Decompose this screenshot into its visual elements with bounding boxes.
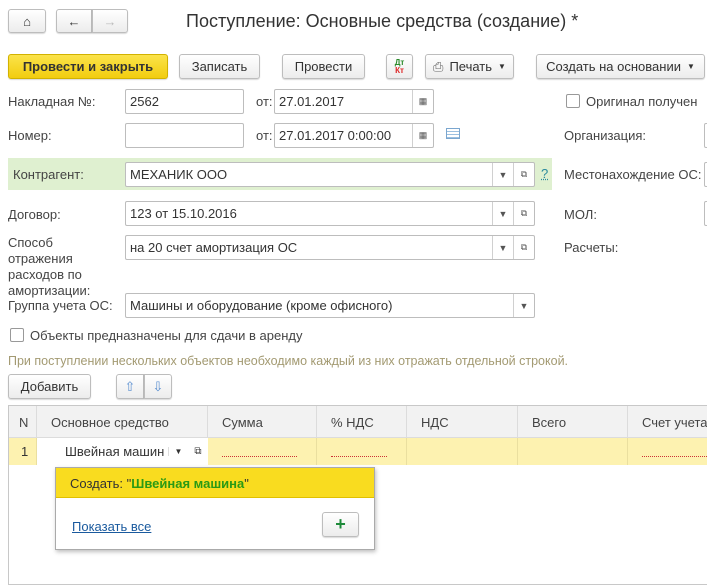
arrow-right-icon: →	[103, 13, 117, 29]
location-label: Местонахождение ОС:	[564, 167, 702, 182]
rent-label: Объекты предназначены для сдачи в аренду	[30, 328, 303, 343]
open-icon[interactable]: ⧉	[513, 202, 534, 225]
comment-icon[interactable]	[446, 128, 460, 139]
group-value: Машины и оборудование (кроме офисного)	[130, 298, 393, 313]
contractor-input[interactable]: МЕХАНИК ООО ▼ ⧉	[125, 162, 535, 187]
open-icon[interactable]: ⧉	[513, 163, 534, 186]
arrow-up-icon: ⇧	[124, 378, 136, 394]
from-label-2: от:	[256, 128, 273, 143]
arrow-left-icon: ←	[67, 13, 81, 29]
group-label: Группа учета ОС:	[8, 298, 113, 313]
col-total[interactable]: Всего	[518, 406, 628, 438]
print-button[interactable]: ⎙ Печать ▼	[425, 54, 514, 79]
number-input[interactable]	[125, 123, 244, 148]
col-vat-rate[interactable]: % НДС	[317, 406, 407, 438]
col-sum[interactable]: Сумма	[208, 406, 317, 438]
save-button[interactable]: Записать	[179, 54, 260, 79]
add-new-button[interactable]: +	[322, 512, 359, 537]
organization-label: Организация:	[564, 128, 647, 143]
forward-button[interactable]: →	[92, 9, 128, 33]
create-item-option[interactable]: Создать: "Швейная машина"	[56, 468, 374, 498]
contract-value: 123 от 15.10.2016	[130, 206, 237, 221]
depreciation-value: на 20 счет амортизация ОС	[130, 240, 298, 255]
post-and-close-button[interactable]: Провести и закрыть	[8, 54, 168, 79]
open-icon[interactable]: ⧉	[188, 446, 208, 457]
group-input[interactable]: Машины и оборудование (кроме офисного) ▼	[125, 293, 535, 318]
contract-input[interactable]: 123 от 15.10.2016 ▼ ⧉	[125, 201, 535, 226]
arrow-down-icon: ⇩	[152, 378, 164, 394]
move-down-button[interactable]: ⇩	[144, 374, 172, 399]
group-link[interactable]	[703, 298, 707, 312]
mol-label: МОЛ:	[564, 207, 597, 222]
vat-cell[interactable]	[407, 438, 518, 465]
calendar-icon[interactable]: ▦	[412, 124, 433, 147]
home-button[interactable]: ⌂	[8, 9, 46, 33]
number-label: Номер:	[8, 128, 52, 143]
account-cell[interactable]	[628, 438, 707, 465]
contractor-label: Контрагент:	[13, 167, 84, 182]
settlements-label: Расчеты:	[564, 240, 619, 255]
show-all-link[interactable]: Показать все	[72, 519, 151, 534]
invoice-number-input[interactable]: 2562	[125, 89, 244, 114]
asset-cell-value: Швейная машин	[65, 444, 165, 459]
invoice-date-value: 27.01.2017	[279, 94, 345, 109]
chevron-down-icon: ▼	[686, 62, 695, 71]
original-received-checkbox[interactable]	[566, 94, 580, 108]
create-based-label: Создать на основании	[546, 59, 681, 74]
contract-label: Договор:	[8, 207, 61, 222]
chevron-down-icon[interactable]: ▼	[168, 447, 188, 456]
home-icon: ⌂	[23, 13, 31, 29]
chevron-down-icon: ▼	[498, 62, 506, 71]
quote-close: "	[244, 476, 249, 491]
create-name: Швейная машина	[131, 476, 245, 491]
dt-kt-icon-kt: Кт	[395, 65, 404, 75]
contractor-value: МЕХАНИК ООО	[130, 167, 228, 182]
plus-icon: +	[335, 514, 346, 534]
hint-text: При поступлении нескольких объектов необ…	[8, 354, 569, 368]
sum-cell[interactable]	[208, 438, 317, 465]
print-label: Печать	[449, 59, 493, 74]
depreciation-label: Способ отражения расходов по амортизации…	[8, 235, 91, 298]
table-row[interactable]: 1 Швейная машин ▼ ⧉	[9, 438, 707, 465]
number-date-input[interactable]: 27.01.2017 0:00:00 ▦	[274, 123, 434, 148]
total-cell[interactable]	[518, 438, 628, 465]
invoice-number-value: 2562	[130, 94, 159, 109]
number-date-value: 27.01.2017 0:00:00	[279, 128, 392, 143]
original-received-label: Оригинал получен	[586, 94, 698, 109]
chevron-down-icon[interactable]: ▼	[492, 202, 513, 225]
depreciation-input[interactable]: на 20 счет амортизация ОС ▼ ⧉	[125, 235, 535, 260]
open-icon[interactable]: ⧉	[513, 236, 534, 259]
asset-cell-input[interactable]: Швейная машин ▼ ⧉	[37, 438, 208, 465]
row-number: 1	[9, 438, 37, 465]
post-button[interactable]: Провести	[282, 54, 365, 79]
dt-kt-button[interactable]: Дт Кт	[386, 54, 413, 79]
col-vat[interactable]: НДС	[407, 406, 518, 438]
col-asset[interactable]: Основное средство	[37, 406, 208, 438]
table-header: N Основное средство Сумма % НДС НДС Всег…	[9, 406, 707, 438]
rent-checkbox[interactable]	[10, 328, 24, 342]
move-up-button[interactable]: ⇧	[116, 374, 144, 399]
chevron-down-icon[interactable]: ▼	[492, 236, 513, 259]
settlements-link[interactable]	[703, 240, 707, 254]
back-button[interactable]: ←	[56, 9, 92, 33]
chevron-down-icon[interactable]: ▼	[513, 294, 534, 317]
printer-icon: ⎙	[433, 58, 444, 74]
autocomplete-popup: Создать: "Швейная машина" Показать все +	[55, 467, 375, 550]
add-button[interactable]: Добавить	[8, 374, 91, 399]
from-label: от:	[256, 94, 273, 109]
col-account[interactable]: Счет учета	[628, 406, 707, 438]
page-title: Поступление: Основные средства (создание…	[186, 11, 579, 31]
create-based-on-button[interactable]: Создать на основании ▼	[536, 54, 705, 79]
vat-rate-cell[interactable]	[317, 438, 407, 465]
col-n[interactable]: N	[9, 406, 37, 438]
calendar-icon[interactable]: ▦	[412, 90, 433, 113]
invoice-date-input[interactable]: 27.01.2017 ▦	[274, 89, 434, 114]
invoice-label: Накладная №:	[8, 94, 96, 109]
create-prefix: Создать:	[70, 476, 127, 491]
chevron-down-icon[interactable]: ▼	[492, 163, 513, 186]
help-link[interactable]: ?	[541, 166, 548, 181]
